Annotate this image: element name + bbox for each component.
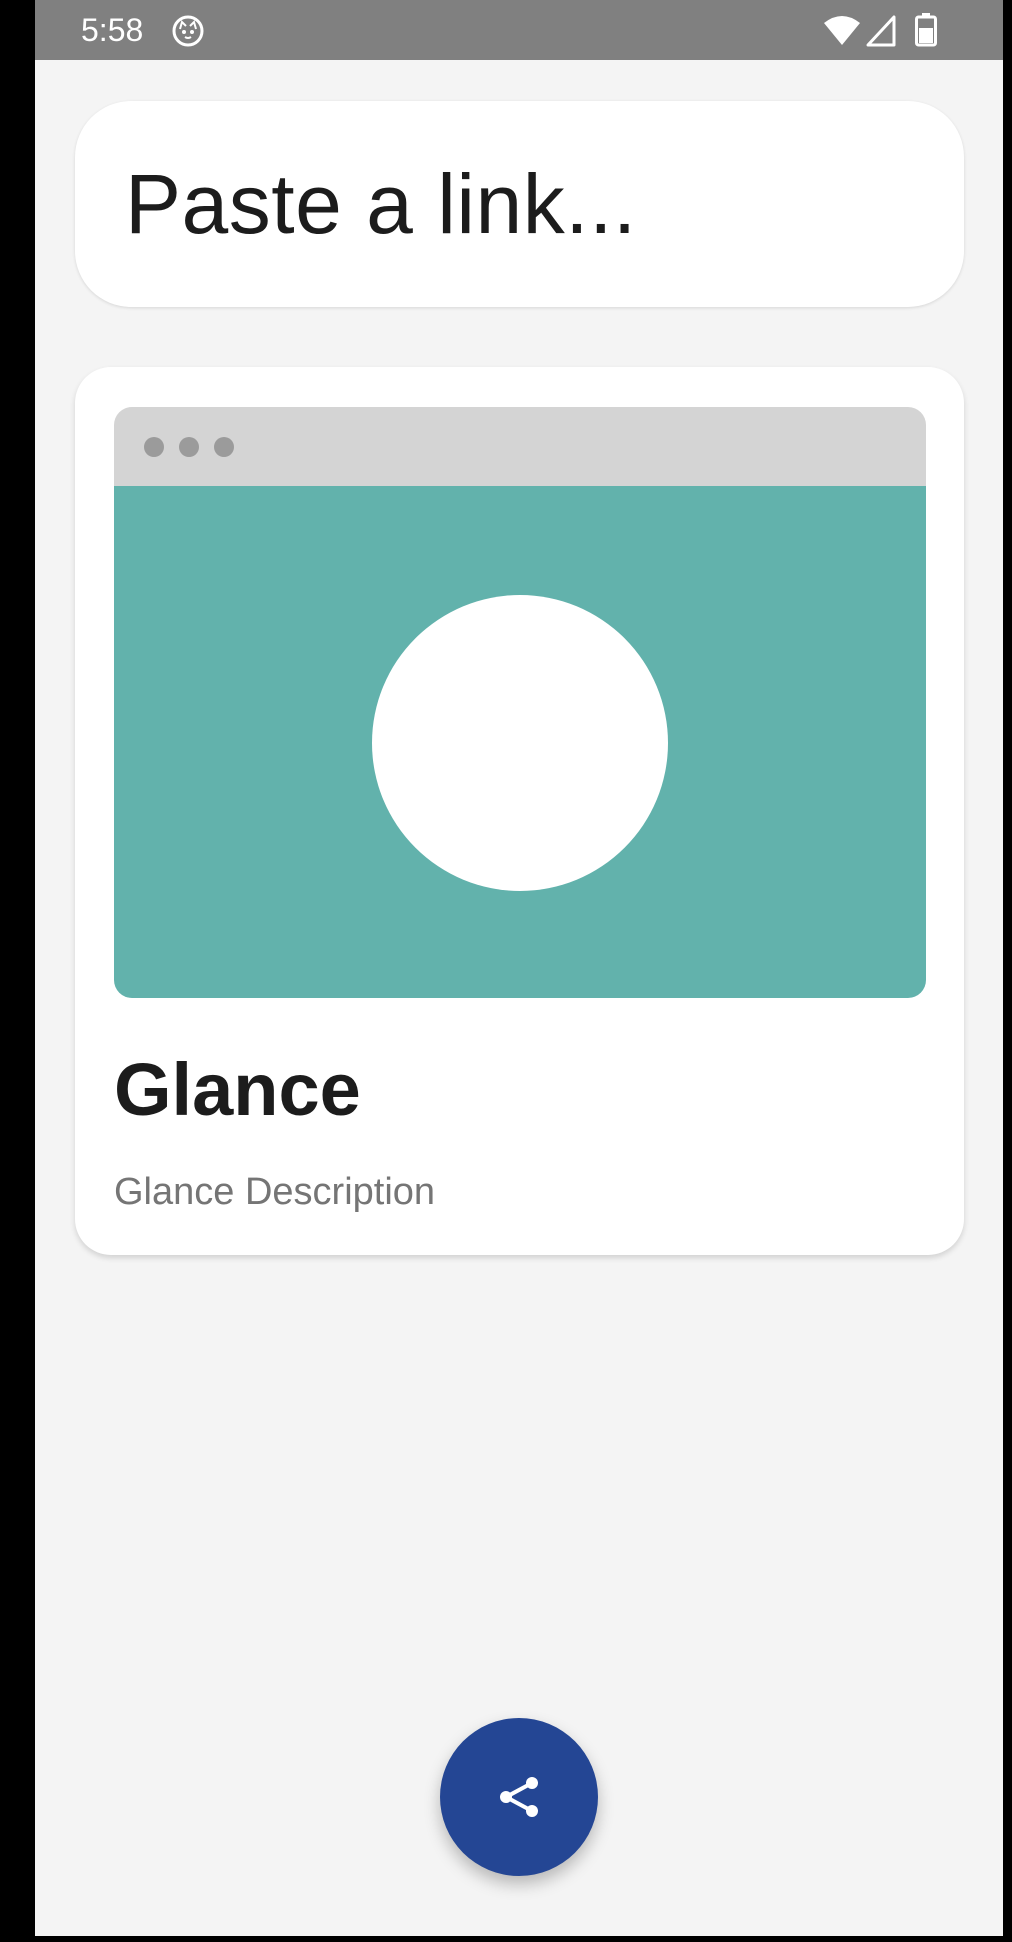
preview-image <box>114 407 926 998</box>
link-preview-card[interactable]: Glance Glance Description <box>75 367 964 1255</box>
browser-dot <box>179 437 199 457</box>
preview-image-body <box>114 486 926 998</box>
browser-dot <box>214 437 234 457</box>
cat-notification-icon <box>171 14 205 48</box>
share-icon <box>500 1777 538 1817</box>
status-time: 5:58 <box>81 12 144 48</box>
status-bar: 5:58 <box>35 0 1003 60</box>
preview-description: Glance Description <box>114 1171 436 1213</box>
paste-link-input[interactable]: Paste a link... <box>75 101 964 307</box>
browser-dot <box>144 437 164 457</box>
cell-signal-icon <box>866 15 896 47</box>
browser-bar <box>114 407 926 486</box>
preview-circle <box>372 595 668 891</box>
preview-title: Glance <box>114 1048 361 1131</box>
share-button[interactable] <box>440 1718 598 1876</box>
paste-link-placeholder: Paste a link... <box>125 156 637 251</box>
app-screen: 5:58 Paste a link... Glance Glance Descr… <box>35 0 1003 1936</box>
wifi-icon <box>822 15 862 47</box>
battery-icon <box>915 13 937 47</box>
